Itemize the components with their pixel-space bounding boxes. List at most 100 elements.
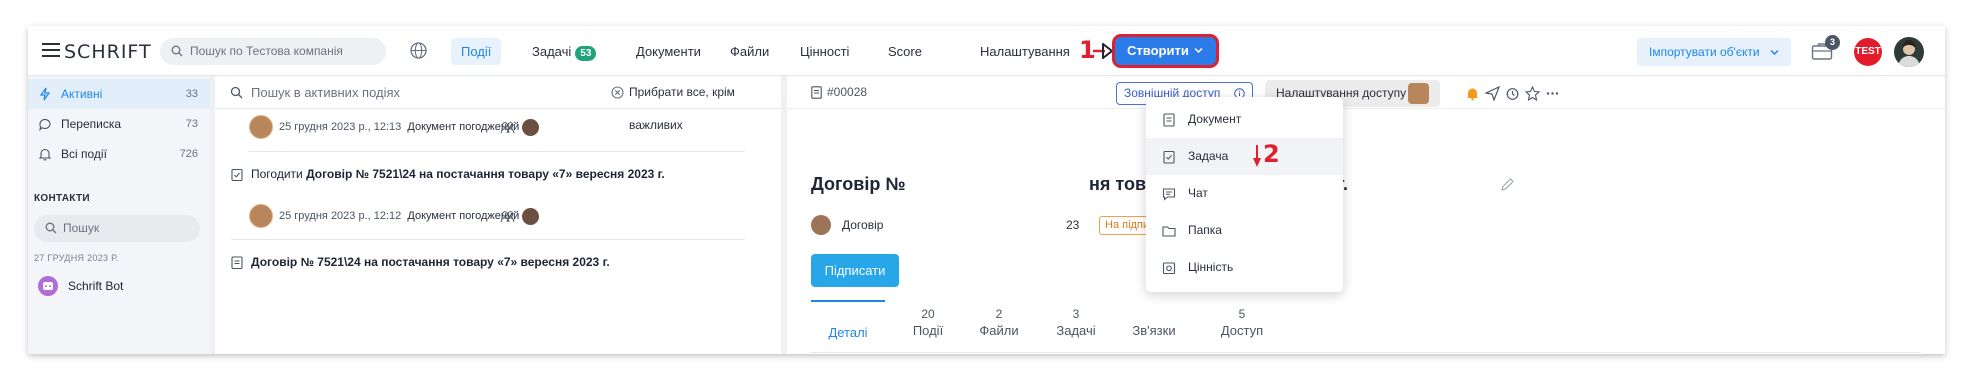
globe-icon[interactable] xyxy=(409,41,428,60)
clear-link-label: Прибрати все, крім важливих xyxy=(629,85,735,132)
sidebar-item-all-events[interactable]: Всі події 726 xyxy=(28,139,210,169)
briefcase-badge: 3 xyxy=(1825,35,1840,50)
sign-button[interactable]: Підписати xyxy=(811,254,899,287)
send-icon[interactable] xyxy=(1485,86,1500,101)
tab-count: 3 xyxy=(1072,307,1080,321)
event-meta: 25 грудня 2023 р., 12:12 Документ погодж… xyxy=(279,204,519,228)
nav-documents[interactable]: Документи xyxy=(626,38,711,65)
tab-files[interactable]: 2 Файли xyxy=(962,300,1036,340)
divider xyxy=(811,352,1921,353)
sidebar-item-correspondence[interactable]: Переписка 73 xyxy=(28,109,210,139)
create-button-label: Створити xyxy=(1127,43,1189,58)
tab-links[interactable]: Зв'язки xyxy=(1117,300,1191,340)
avatar xyxy=(522,208,539,225)
sidebar-item-active[interactable]: Активні 33 xyxy=(28,79,210,109)
menu-item-label: Документ xyxy=(1188,112,1242,126)
tab-label: Події xyxy=(912,323,944,338)
users-icon[interactable] xyxy=(500,121,515,134)
create-menu: Документ Задача Чат Папка Цінність xyxy=(1146,97,1343,292)
tab-label: Деталі xyxy=(828,325,868,340)
menu-item-value[interactable]: Цінність xyxy=(1146,249,1343,286)
contacts-date-group: 27 ГРУДНЯ 2023 Р. xyxy=(34,253,119,263)
nav-events[interactable]: Події xyxy=(451,38,502,65)
value-icon xyxy=(1162,262,1176,275)
bell-icon[interactable] xyxy=(1465,86,1480,101)
sidebar-item-count: 73 xyxy=(185,118,198,130)
tab-label: Файли xyxy=(979,323,1019,338)
import-button-label: Імпортувати об'єкти xyxy=(1649,45,1760,59)
create-button[interactable]: Створити xyxy=(1112,34,1219,68)
app-logo: SCHRIFT xyxy=(64,41,152,63)
folder-icon xyxy=(1162,226,1176,237)
divider xyxy=(231,239,745,240)
search-icon xyxy=(230,86,243,99)
event-title-text: Договір № 7521\24 на постачання товару «… xyxy=(251,255,610,269)
contacts-search-input[interactable]: Пошук xyxy=(34,215,200,242)
chat-icon xyxy=(1162,188,1176,201)
nav-tasks[interactable]: Задачі 53 xyxy=(522,38,606,65)
event-date: 25 грудня 2023 р., 12:13 xyxy=(279,121,402,133)
task-icon xyxy=(231,168,243,181)
tab-count xyxy=(811,308,885,324)
tab-events[interactable]: 20 Події xyxy=(891,300,965,340)
arrow-right-icon xyxy=(1093,43,1113,59)
alarm-icon[interactable] xyxy=(1505,86,1520,101)
nav-files[interactable]: Файли xyxy=(720,38,779,65)
global-search-input[interactable]: Пошук по Тестова компанія xyxy=(160,38,386,65)
tab-details[interactable]: Деталі xyxy=(811,300,885,354)
event-task-title[interactable]: Погодити Договір № 7521\24 на постачання… xyxy=(231,164,665,184)
document-icon xyxy=(811,86,822,99)
search-icon xyxy=(45,222,57,234)
document-id: #00028 xyxy=(827,85,868,99)
search-icon xyxy=(171,45,183,57)
tab-count: 5 xyxy=(1238,307,1246,321)
nav-values[interactable]: Цінності xyxy=(790,38,859,65)
bell-icon xyxy=(38,148,52,161)
menu-item-folder[interactable]: Папка xyxy=(1146,212,1343,249)
arrow-down-icon xyxy=(1253,145,1261,167)
pencil-icon[interactable] xyxy=(1500,177,1515,192)
app-window: SCHRIFT Пошук по Тестова компанія Події … xyxy=(28,26,1945,354)
event-document-title[interactable]: Договір № 7521\24 на постачання товару «… xyxy=(231,252,610,272)
star-icon[interactable] xyxy=(1525,86,1540,101)
tab-access[interactable]: 5 Доступ xyxy=(1205,300,1279,340)
sidebar-item-label: Активні xyxy=(61,87,103,101)
sidebar-item-count: 726 xyxy=(179,148,198,160)
clear-non-important-button[interactable]: Прибрати все, крім важливих xyxy=(611,76,781,132)
nav-settings[interactable]: Налаштування xyxy=(970,38,1080,65)
tasks-count-badge: 53 xyxy=(575,46,597,61)
contact-schrift-bot[interactable]: Schrift Bot xyxy=(34,273,123,299)
tab-count xyxy=(1117,306,1191,322)
contacts-section-title: КОНТАКТИ xyxy=(34,193,90,204)
user-avatar[interactable] xyxy=(1894,37,1924,67)
import-objects-button[interactable]: Імпортувати об'єкти xyxy=(1637,38,1791,66)
nav-score[interactable]: Score xyxy=(878,38,932,65)
tab-label: Задачі xyxy=(1056,323,1096,338)
divider xyxy=(249,151,745,152)
avatar xyxy=(1408,83,1429,104)
chat-bubble-icon xyxy=(39,118,51,131)
document-author: Договір xyxy=(811,214,883,236)
document-icon xyxy=(1163,113,1175,127)
menu-icon[interactable] xyxy=(42,43,60,57)
user-photo-icon xyxy=(1898,40,1920,67)
robot-icon xyxy=(43,282,53,290)
sidebar-item-label: Всі події xyxy=(61,147,107,161)
sidebar-item-count: 33 xyxy=(185,88,198,100)
menu-item-label: Задача xyxy=(1188,149,1229,163)
users-icon[interactable] xyxy=(500,210,515,223)
tab-tasks[interactable]: 3 Задачі xyxy=(1039,300,1113,340)
company-avatar[interactable]: TEST xyxy=(1854,38,1882,66)
menu-item-document[interactable]: Документ xyxy=(1146,101,1343,138)
document-author-text: Договір xyxy=(842,218,884,232)
more-icon[interactable] xyxy=(1545,86,1560,101)
document-header: #00028 Зовнішній доступ Налаштування дос… xyxy=(787,76,1945,109)
menu-item-chat[interactable]: Чат xyxy=(1146,175,1343,212)
document-year-fragment: 23 xyxy=(1066,218,1080,232)
sidebar-item-label: Переписка xyxy=(61,117,122,131)
events-panel: Пошук в активних подіях Прибрати все, кр… xyxy=(215,76,781,354)
sidebar: Активні 33 Переписка 73 Всі події 726 КО… xyxy=(28,76,210,354)
menu-item-task[interactable]: Задача xyxy=(1146,138,1343,175)
tab-label: Зв'язки xyxy=(1132,323,1176,338)
avatar xyxy=(522,119,539,136)
